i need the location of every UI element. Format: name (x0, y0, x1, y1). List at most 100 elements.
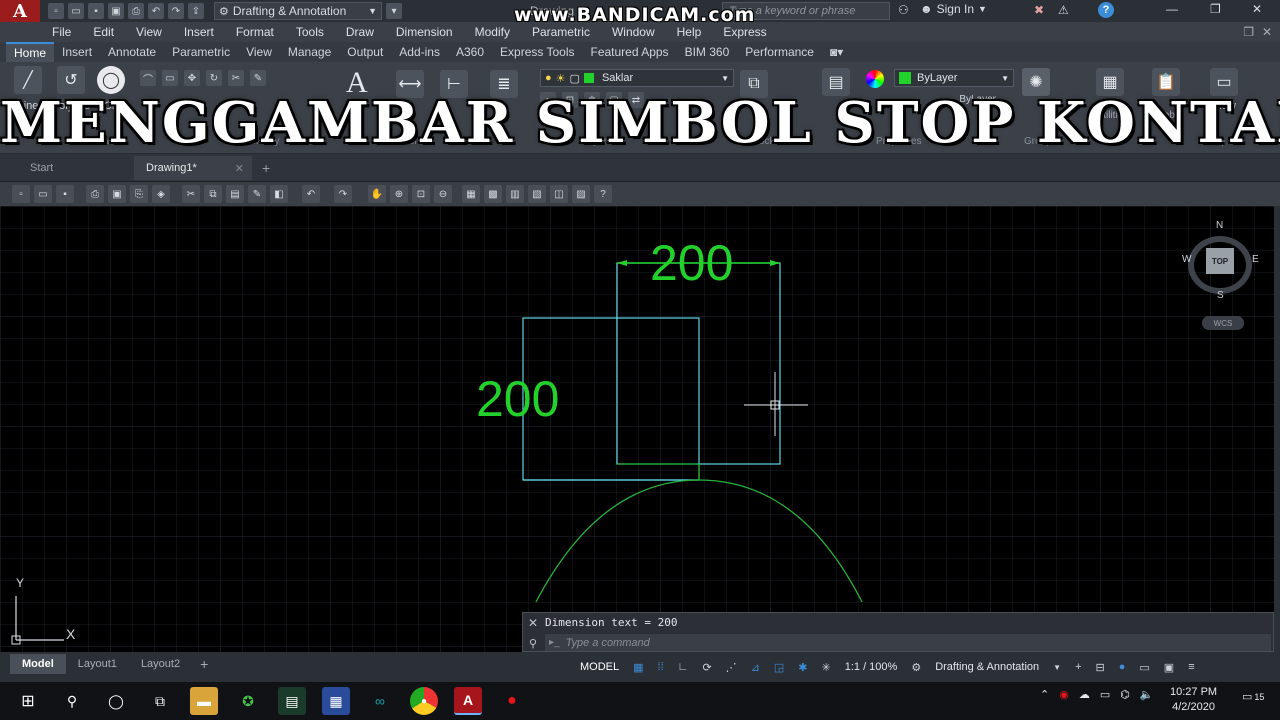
chrome-icon[interactable]: ● (410, 687, 438, 715)
menu-edit[interactable]: Edit (83, 25, 126, 39)
menu-dimension[interactable]: Dimension (386, 25, 465, 39)
block-editor-icon[interactable]: ◧ (270, 185, 288, 203)
tab-parametric[interactable]: Parametric (164, 42, 238, 62)
wifi-icon[interactable]: ⌬ (1120, 688, 1130, 701)
tab-bim360[interactable]: BIM 360 (677, 42, 738, 62)
open-file-icon[interactable]: ▭ (68, 3, 84, 19)
compass-east[interactable]: E (1252, 254, 1259, 265)
viewcube-top-face[interactable]: TOP (1206, 248, 1234, 274)
chevron-down-icon[interactable]: ▼ (1047, 656, 1067, 678)
arc-icon[interactable]: ⌒ (140, 70, 156, 86)
command-input[interactable]: ▸_ Type a command (545, 634, 1271, 651)
design-center-icon[interactable]: ▩ (484, 185, 502, 203)
tab-output[interactable]: Output (339, 42, 391, 62)
menu-tools[interactable]: Tools (286, 25, 336, 39)
plus-icon[interactable]: + (1069, 656, 1087, 678)
undo-icon[interactable]: ↶ (302, 185, 320, 203)
tab-featured-apps[interactable]: Featured Apps (583, 42, 677, 62)
markup-icon[interactable]: ◫ (550, 185, 568, 203)
ortho-icon[interactable]: ∟ (672, 656, 695, 678)
tab-view[interactable]: View (238, 42, 280, 62)
tray-chevron-up-icon[interactable]: ⌃ (1040, 688, 1049, 701)
tab-drawing1[interactable]: Drawing1* ✕ (134, 156, 252, 180)
search-icon[interactable]: ⚲ (58, 687, 86, 715)
polar-icon[interactable]: ⟳ (696, 656, 717, 678)
otrack-icon[interactable]: ◲ (768, 656, 790, 678)
workspace-gear-icon[interactable]: ⚙ (905, 656, 927, 678)
menu-format[interactable]: Format (226, 25, 286, 39)
layer-dropdown[interactable]: ● ☀ ▢ Saklar ▼ (540, 69, 734, 87)
workspace-dropdown[interactable]: ⚙ Drafting & Annotation ▼ (214, 2, 382, 20)
sheet-set-icon[interactable]: ▧ (528, 185, 546, 203)
tool-palettes-icon[interactable]: ▥ (506, 185, 524, 203)
erase-icon[interactable]: ✎ (250, 70, 266, 86)
move-icon[interactable]: ✥ (184, 70, 200, 86)
onedrive-icon[interactable]: ☁ (1079, 688, 1090, 701)
grid-icon[interactable]: ▦ (627, 656, 649, 678)
notifications-button[interactable]: ▭ 15 (1242, 690, 1264, 703)
add-layout-button[interactable]: + (192, 654, 216, 674)
rectangle-icon[interactable]: ▭ (162, 70, 178, 86)
new-file-icon[interactable]: ▫ (48, 3, 64, 19)
app-menu-button[interactable]: A (0, 0, 40, 22)
tab-add-ins[interactable]: Add-ins (391, 42, 448, 62)
redo-icon[interactable]: ↷ (168, 3, 184, 19)
tray-clock[interactable]: 10:27 PM 4/2/2020 (1170, 685, 1217, 715)
properties-icon[interactable]: ▦ (462, 185, 480, 203)
zoom-previous-icon[interactable]: ⊖ (434, 185, 452, 203)
bandicam-record-icon[interactable]: ● (498, 687, 526, 715)
model-space-toggle[interactable]: MODEL (574, 656, 625, 678)
color-wheel-icon[interactable] (866, 70, 884, 88)
close-icon[interactable]: ✕ (1252, 2, 1262, 16)
compass-north[interactable]: N (1216, 220, 1223, 231)
menu-help[interactable]: Help (667, 25, 714, 39)
save-icon[interactable]: ▪ (56, 185, 74, 203)
maps-app-icon[interactable]: ✪ (234, 687, 262, 715)
help-toolbar-icon[interactable]: ? (594, 185, 612, 203)
tab-home[interactable]: Home (6, 42, 55, 62)
rotate-icon[interactable]: ↻ (206, 70, 222, 86)
color-dropdown[interactable]: ByLayer ▼ (894, 69, 1014, 87)
battery-icon[interactable]: ▭ (1100, 688, 1110, 701)
menu-express[interactable]: Express (713, 25, 778, 39)
compass-south[interactable]: S (1217, 290, 1224, 301)
menu-parametric[interactable]: Parametric (522, 25, 602, 39)
terminal-app-icon[interactable]: ▤ (278, 687, 306, 715)
tab-insert[interactable]: Insert (54, 42, 100, 62)
tab-annotate[interactable]: Annotate (100, 42, 164, 62)
tab-performance[interactable]: Performance (737, 42, 822, 62)
menu-file[interactable]: File (42, 25, 83, 39)
exchange-apps-icon[interactable]: ✖ (1034, 3, 1044, 17)
hardware-accel-icon[interactable]: ▭ (1133, 656, 1155, 678)
drawing-restore-icon[interactable]: ❐ (1243, 25, 1254, 39)
print-icon[interactable]: ⎙ (128, 3, 144, 19)
calculator-app-icon[interactable]: ▦ (322, 687, 350, 715)
sign-in-button[interactable]: ☻ Sign In ▼ (920, 2, 987, 16)
copy-icon[interactable]: ⧉ (204, 185, 222, 203)
file-explorer-icon[interactable]: ▬ (190, 687, 218, 715)
redo-icon[interactable]: ↷ (334, 185, 352, 203)
tab-layout1[interactable]: Layout1 (66, 654, 129, 674)
menu-modify[interactable]: Modify (465, 25, 522, 39)
maximize-icon[interactable]: ❐ (1210, 2, 1221, 16)
customization-icon[interactable]: ≡ (1182, 656, 1200, 678)
paste-icon[interactable]: ▤ (226, 185, 244, 203)
drawing-close-icon[interactable]: ✕ (1262, 25, 1272, 39)
pan-icon[interactable]: ✋ (368, 185, 386, 203)
quickcalc-icon[interactable]: ▨ (572, 185, 590, 203)
publish-icon[interactable]: ⎘ (130, 185, 148, 203)
help-icon[interactable]: ? (1098, 2, 1114, 18)
canvas-scroll-edge[interactable] (1274, 206, 1280, 652)
command-search-icon[interactable]: ⚲ (523, 633, 543, 653)
windows-start-icon[interactable]: ⊞ (14, 687, 42, 715)
menu-draw[interactable]: Draw (336, 25, 386, 39)
a360-icon[interactable]: ⚠ (1058, 3, 1069, 17)
customize-qat-icon[interactable]: ▾ (386, 3, 402, 19)
match-prop-icon[interactable]: ✎ (248, 185, 266, 203)
ribbon-minimize-icon[interactable]: ◙▾ (822, 42, 851, 62)
menu-view[interactable]: View (126, 25, 174, 39)
share-icon[interactable]: ⇪ (188, 3, 204, 19)
isodraft-icon[interactable]: ⋰ (720, 656, 743, 678)
tab-manage[interactable]: Manage (280, 42, 339, 62)
drawing-canvas[interactable]: 200 200 Y X TOP N S E W WCS (0, 206, 1274, 652)
